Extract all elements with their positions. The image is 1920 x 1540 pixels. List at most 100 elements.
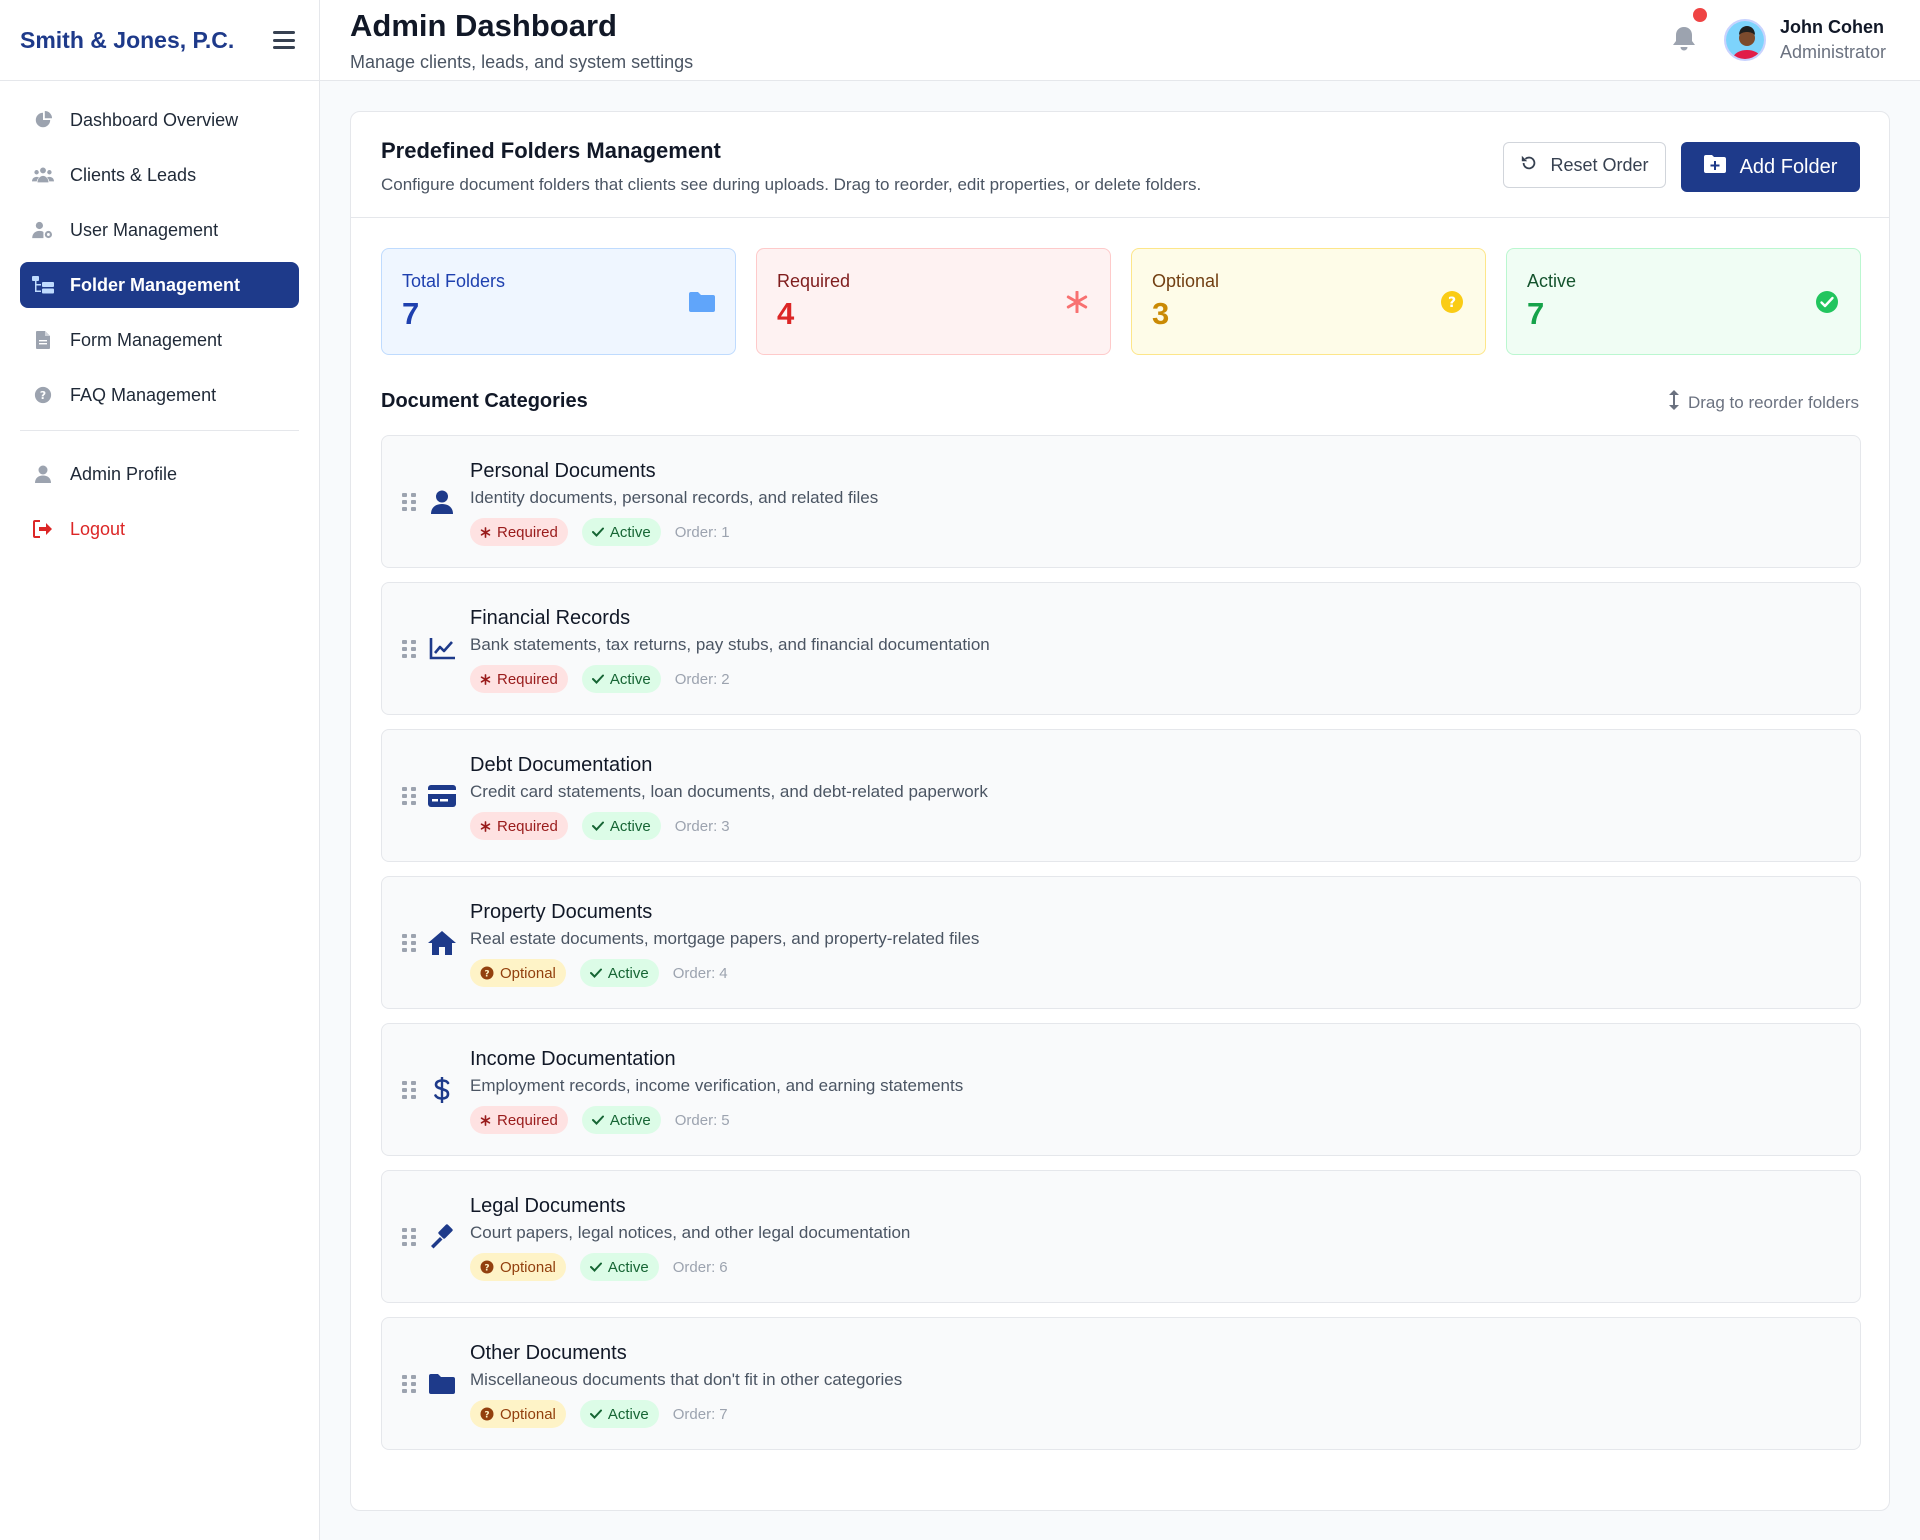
sidebar-item-admin-profile[interactable]: Admin Profile [20, 451, 299, 497]
order-number: 2 [721, 670, 730, 688]
folder-icon [428, 1370, 456, 1398]
asterisk-icon [480, 673, 491, 685]
sidebar: Smith & Jones, P.C. Dashboard Overview C… [0, 0, 320, 1540]
badge-label: Required [497, 1111, 558, 1129]
brand-name: Smith & Jones, P.C. [20, 26, 235, 53]
home-icon [428, 929, 456, 957]
check-icon [591, 527, 604, 537]
sidebar-item-dashboard-overview[interactable]: Dashboard Overview [20, 97, 299, 143]
sidebar-item-clients-leads[interactable]: Clients & Leads [20, 152, 299, 198]
folder-description: Employment records, income verification,… [470, 1076, 964, 1095]
sidebar-item-form-management[interactable]: Form Management [20, 317, 299, 363]
folder-meta: Required Active Order: 3 [470, 812, 730, 840]
drag-handle-icon[interactable] [402, 934, 416, 952]
order-number: 3 [721, 817, 730, 835]
folder-row[interactable]: Legal Documents Court papers, legal noti… [381, 1170, 1861, 1303]
badge-label: Active [609, 1111, 651, 1129]
drag-handle-icon[interactable] [402, 1228, 416, 1246]
folders-card: Predefined Folders Management Configure … [350, 111, 1890, 1511]
drag-handle-icon[interactable] [402, 640, 416, 658]
folder-row[interactable]: Property Documents Real estate documents… [381, 876, 1861, 1009]
stat-label: Total Folders [402, 271, 506, 291]
active-badge: Active [581, 518, 661, 546]
svg-text:?: ? [40, 389, 46, 402]
users-icon [32, 164, 54, 186]
nav-divider [20, 430, 299, 431]
active-badge: Active [579, 1253, 659, 1281]
question-circle-icon: ? [480, 966, 494, 980]
badge-label: Active [607, 964, 649, 982]
menu-toggle-icon[interactable] [273, 31, 295, 49]
folder-description: Credit card statements, loan documents, … [470, 782, 988, 801]
top-bar: Admin Dashboard Manage clients, leads, a… [320, 0, 1920, 81]
badge-label: Required [497, 817, 558, 835]
chart-line-icon [428, 635, 456, 663]
logout-icon [32, 518, 54, 540]
folder-name: Property Documents [470, 901, 653, 923]
drag-handle-icon[interactable] [402, 1081, 416, 1099]
order-prefix: Order: [674, 670, 718, 688]
folder-meta: Required Active Order: 2 [470, 665, 730, 693]
card-header: Predefined Folders Management Configure … [351, 112, 1889, 218]
sidebar-item-label: Form Management [70, 329, 223, 350]
order-number: 6 [719, 1258, 728, 1276]
sidebar-item-label: FAQ Management [70, 384, 217, 405]
order-prefix: Order: [672, 1258, 716, 1276]
sidebar-item-faq-management[interactable]: ? FAQ Management [20, 372, 299, 418]
folder-row[interactable]: Debt Documentation Credit card statement… [381, 729, 1861, 862]
gavel-icon [428, 1223, 456, 1251]
folder-row[interactable]: Other Documents Miscellaneous documents … [381, 1317, 1861, 1450]
sidebar-item-logout[interactable]: Logout [20, 506, 299, 552]
pie-chart-icon [32, 109, 54, 131]
check-icon [589, 968, 602, 978]
optional-badge: ? Optional [470, 1400, 566, 1428]
folder-row[interactable]: Financial Records Bank statements, tax r… [381, 582, 1861, 715]
sidebar-item-user-management[interactable]: User Management [20, 207, 299, 253]
badge-label: Optional [500, 1258, 556, 1276]
order-prefix: Order: [674, 1111, 718, 1129]
avatar[interactable] [1724, 19, 1766, 61]
folder-meta: ? Optional Active Order: 4 [470, 959, 728, 987]
badge-label: Active [607, 1258, 649, 1276]
stat-label: Active [1527, 271, 1577, 291]
active-badge: Active [579, 959, 659, 987]
page-title: Admin Dashboard [350, 8, 617, 43]
bell-icon[interactable] [1672, 26, 1698, 54]
folder-description: Real estate documents, mortgage papers, … [470, 929, 980, 948]
folder-order: Order: 7 [673, 1406, 728, 1423]
badge-label: Required [497, 523, 558, 541]
required-badge: Required [470, 518, 568, 546]
folder-description: Miscellaneous documents that don't fit i… [470, 1370, 903, 1389]
folder-row[interactable]: Income Documentation Employment records,… [381, 1023, 1861, 1156]
asterisk-icon [1064, 289, 1090, 315]
stat-optional: Optional 3 ? [1131, 248, 1486, 355]
folder-name: Debt Documentation [470, 754, 653, 776]
folder-description: Identity documents, personal records, an… [470, 488, 879, 507]
optional-badge: ? Optional [470, 959, 566, 987]
check-icon [591, 821, 604, 831]
question-circle-icon: ? [1439, 289, 1465, 315]
folder-name: Income Documentation [470, 1048, 676, 1070]
question-circle-icon: ? [32, 384, 54, 406]
dollar-icon [428, 1076, 456, 1104]
active-badge: Active [579, 1400, 659, 1428]
add-folder-button[interactable]: Add Folder [1681, 142, 1860, 192]
folder-name: Legal Documents [470, 1195, 626, 1217]
folder-row[interactable]: Personal Documents Identity documents, p… [381, 435, 1861, 568]
reset-order-button[interactable]: Reset Order [1503, 142, 1666, 188]
required-badge: Required [470, 665, 568, 693]
order-prefix: Order: [674, 523, 718, 541]
order-number: 1 [721, 523, 730, 541]
badge-label: Active [609, 670, 651, 688]
stat-value: 7 [402, 296, 420, 331]
drag-handle-icon[interactable] [402, 493, 416, 511]
sidebar-item-folder-management[interactable]: Folder Management [20, 262, 299, 308]
folder-order: Order: 4 [673, 965, 728, 982]
drag-handle-icon[interactable] [402, 1375, 416, 1393]
badge-label: Optional [500, 1405, 556, 1423]
svg-text:?: ? [484, 970, 489, 980]
drag-handle-icon[interactable] [402, 787, 416, 805]
stats-row: Total Folders 7 Required 4 Optional 3 ? … [381, 248, 1861, 355]
check-icon [589, 1409, 602, 1419]
card-description: Configure document folders that clients … [381, 175, 1202, 194]
